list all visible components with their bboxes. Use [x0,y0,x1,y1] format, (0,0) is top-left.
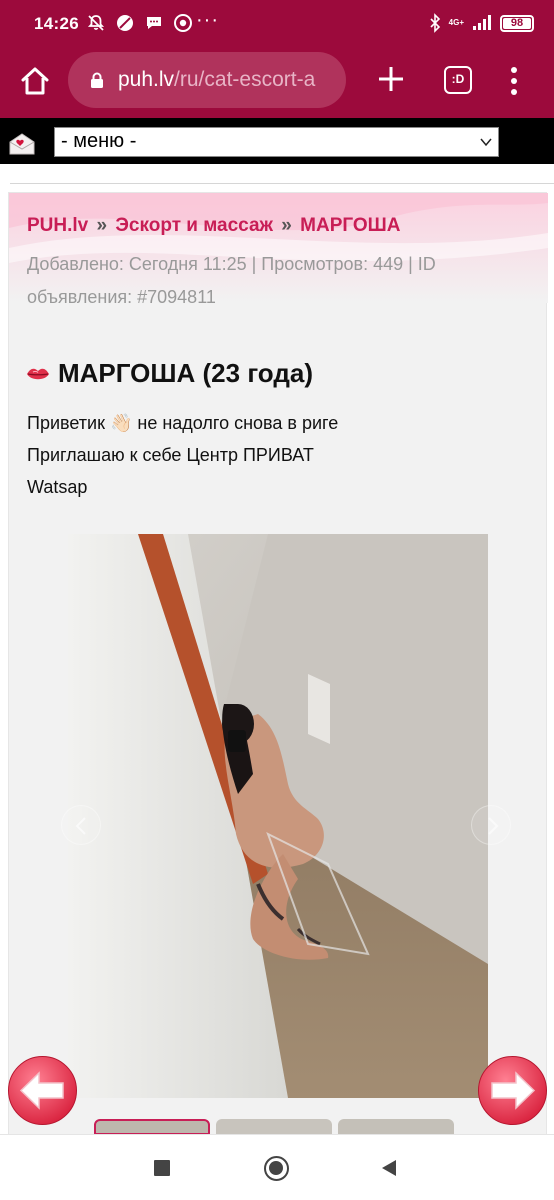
gallery-prev-button[interactable] [61,805,101,845]
ad-description: Приветик 👋🏻 не надолго снова в риге Приг… [27,407,338,503]
more-vert-icon[interactable] [510,65,518,97]
url-field[interactable]: puh.lv/ru/cat-escort-a [68,52,346,108]
wave-emoji: 👋🏻 [109,413,133,433]
breadcrumb-current[interactable]: МАРГОША [300,215,400,236]
battery-icon: 98 [500,14,534,32]
status-icons [86,13,193,33]
home-icon[interactable] [18,64,52,98]
data-saver-icon [117,15,133,31]
signal-icon [473,15,491,30]
chevron-right-icon [488,817,499,835]
ad-meta: Добавлено: Сегодня 11:25 | Просмотров: 4… [27,254,436,307]
ad-title: МАРГОША (23 года) [58,358,313,388]
chat-bubble-icon [147,17,161,29]
status-bar: 14:26 ··· 4G+ 98 [0,0,554,46]
home-button[interactable] [264,1156,289,1181]
next-ad-button[interactable] [477,1055,548,1126]
system-nav-bar [0,1134,554,1200]
menu-select-value: - меню - [61,130,137,152]
network-type: 4G+ [448,18,464,27]
more-notifications-icon: ··· [196,9,219,31]
chevron-left-icon [75,817,86,835]
ad-line-3: Watsap [27,477,88,497]
divider [10,183,554,184]
browser-toolbar: puh.lv/ru/cat-escort-a :D [0,46,554,118]
back-button[interactable] [380,1159,398,1177]
status-right: 4G+ 98 [429,13,534,33]
chevron-down-icon [480,138,492,147]
ad-line-1: Приветик 👋🏻 не надолго снова в риге [27,413,339,433]
lock-icon [91,72,103,88]
battery-level: 98 [510,16,524,29]
ad-photo[interactable] [68,534,488,1098]
status-time: 14:26 [34,14,79,33]
url-host: puh.lv [118,68,175,91]
lips-icon [27,368,49,379]
ad-title-row: МАРГОША (23 года) [26,358,313,389]
breadcrumb: PUH.lv » Эскорт и массаж » МАРГОША [27,215,401,237]
thumbnail[interactable] [216,1119,332,1135]
thumbnail[interactable] [338,1119,454,1135]
breadcrumb-home[interactable]: PUH.lv [27,215,88,236]
envelope-icon[interactable] [8,132,36,156]
thumbnail-strip [0,1119,554,1135]
gallery-next-button[interactable] [471,805,511,845]
recents-button[interactable] [154,1160,170,1176]
ad-line-2: Приглашаю к себе Центр ПРИВАТ [27,445,314,465]
new-tab-icon[interactable] [376,64,406,94]
breadcrumb-category[interactable]: Эскорт и массаж [115,215,273,236]
menu-select[interactable]: - меню - [54,127,499,157]
breadcrumb-separator: » [96,215,108,236]
breadcrumb-separator: » [281,215,292,236]
chrome-icon [174,14,192,32]
prev-ad-button[interactable] [7,1055,78,1126]
notifications-off-icon [87,15,105,31]
ad-card: PUH.lv » Эскорт и массаж » МАРГОША Добав… [8,192,548,1152]
thumbnail[interactable] [94,1119,210,1135]
bluetooth-icon [430,13,440,33]
url-text[interactable]: puh.lv/ru/cat-escort-a [118,68,338,92]
site-nav: - меню - [0,118,554,164]
url-path: /ru/cat-escort-a [174,68,316,91]
tabs-icon[interactable]: :D [444,66,472,94]
